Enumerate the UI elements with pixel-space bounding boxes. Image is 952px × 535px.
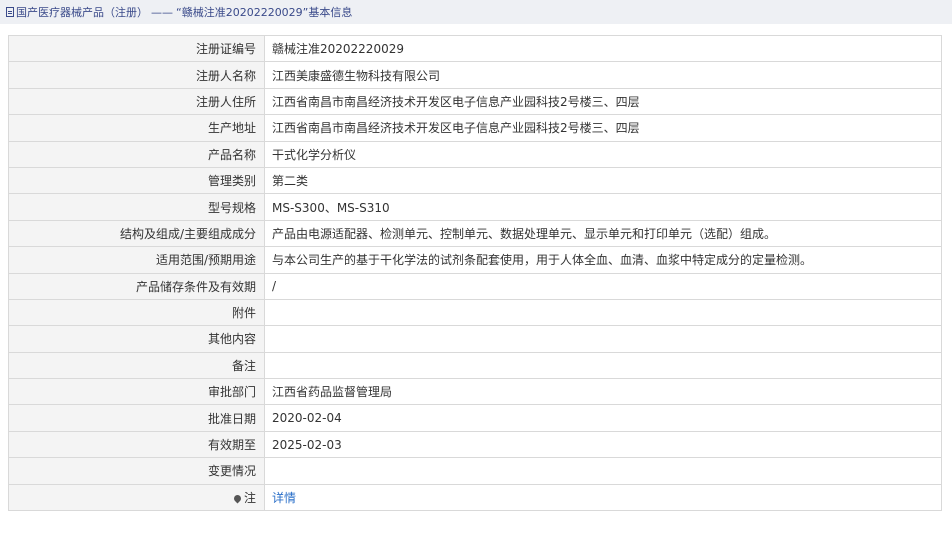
product-info-table: 注册证编号 赣械注准20202220029 注册人名称 江西美康盛德生物科技有限… [8,34,942,512]
breadcrumb: 国产医疗器械产品（注册） —— “赣械注准20202220029”基本信息 [0,0,952,24]
row-label-intended-use: 适用范围/预期用途 [8,246,265,274]
row-label-change-history: 变更情况 [8,457,265,485]
row-value-valid-until: 2025-02-03 [264,430,942,459]
breadcrumb-current: “赣械注准20202220029”基本信息 [176,6,353,19]
row-label-remarks: 备注 [8,351,265,380]
table-row: 注册人名称 江西美康盛德生物科技有限公司 [8,61,942,89]
row-label-structure-composition: 结构及组成/主要组成成分 [8,219,265,248]
document-icon [6,7,14,17]
note-label: 注 [243,490,256,505]
table-row: 其他内容 [8,325,942,353]
table-row: 注 详情 [8,483,942,512]
table-row: 备注 [8,351,942,380]
row-value-production-address: 江西省南昌市南昌经济技术开发区电子信息产业园科技2号楼三、四层 [264,114,942,142]
row-label-model-spec: 型号规格 [8,193,265,221]
breadcrumb-category[interactable]: 国产医疗器械产品（注册） [16,4,148,20]
row-label-note: 注 [8,483,265,512]
row-label-valid-until: 有效期至 [8,430,265,459]
table-row: 有效期至 2025-02-03 [8,430,942,459]
row-label-attachments: 附件 [8,298,265,327]
table-row: 型号规格 MS-S300、MS-S310 [8,193,942,221]
table-row: 管理类别 第二类 [8,166,942,195]
row-value-model-spec: MS-S300、MS-S310 [264,193,942,221]
row-label-registrant-address: 注册人住所 [8,87,265,116]
row-label-other-content: 其他内容 [8,325,265,353]
row-label-registration-number: 注册证编号 [8,34,265,63]
table-row: 适用范围/预期用途 与本公司生产的基于干化学法的试剂条配套使用，用于人体全血、血… [8,246,942,274]
row-value-attachments [264,298,942,327]
row-value-approval-date: 2020-02-04 [264,404,942,432]
pin-icon [232,493,243,504]
row-value-remarks [264,351,942,380]
row-label-production-address: 生产地址 [8,114,265,142]
table-row: 批准日期 2020-02-04 [8,404,942,432]
row-label-storage-validity: 产品储存条件及有效期 [8,272,265,300]
row-label-management-category: 管理类别 [8,166,265,195]
table-row: 结构及组成/主要组成成分 产品由电源适配器、检测单元、控制单元、数据处理单元、显… [8,219,942,248]
row-value-management-category: 第二类 [264,166,942,195]
row-label-registrant-name: 注册人名称 [8,61,265,89]
table-row: 注册证编号 赣械注准20202220029 [8,34,942,63]
row-value-approval-department: 江西省药品监督管理局 [264,378,942,406]
table-row: 附件 [8,298,942,327]
row-value-storage-validity: / [264,272,942,300]
row-value-product-name: 干式化学分析仪 [264,140,942,168]
row-value-structure-composition: 产品由电源适配器、检测单元、控制单元、数据处理单元、显示单元和打印单元（选配）组… [264,219,942,248]
breadcrumb-separator: —— [151,5,173,19]
row-label-approval-date: 批准日期 [8,404,265,432]
row-value-registration-number: 赣械注准20202220029 [264,34,942,63]
row-value-registrant-address: 江西省南昌市南昌经济技术开发区电子信息产业园科技2号楼三、四层 [264,87,942,116]
row-label-product-name: 产品名称 [8,140,265,168]
row-label-approval-department: 审批部门 [8,378,265,406]
row-value-note: 详情 [264,483,942,512]
table-row: 生产地址 江西省南昌市南昌经济技术开发区电子信息产业园科技2号楼三、四层 [8,114,942,142]
table-row: 注册人住所 江西省南昌市南昌经济技术开发区电子信息产业园科技2号楼三、四层 [8,87,942,116]
row-value-registrant-name: 江西美康盛德生物科技有限公司 [264,61,942,89]
table-row: 产品名称 干式化学分析仪 [8,140,942,168]
table-row: 审批部门 江西省药品监督管理局 [8,378,942,406]
row-value-change-history [264,457,942,485]
row-value-intended-use: 与本公司生产的基于干化学法的试剂条配套使用，用于人体全血、血清、血浆中特定成分的… [264,246,942,274]
table-row: 产品储存条件及有效期 / [8,272,942,300]
row-value-other-content [264,325,942,353]
details-link[interactable]: 详情 [272,491,296,505]
table-row: 变更情况 [8,457,942,485]
